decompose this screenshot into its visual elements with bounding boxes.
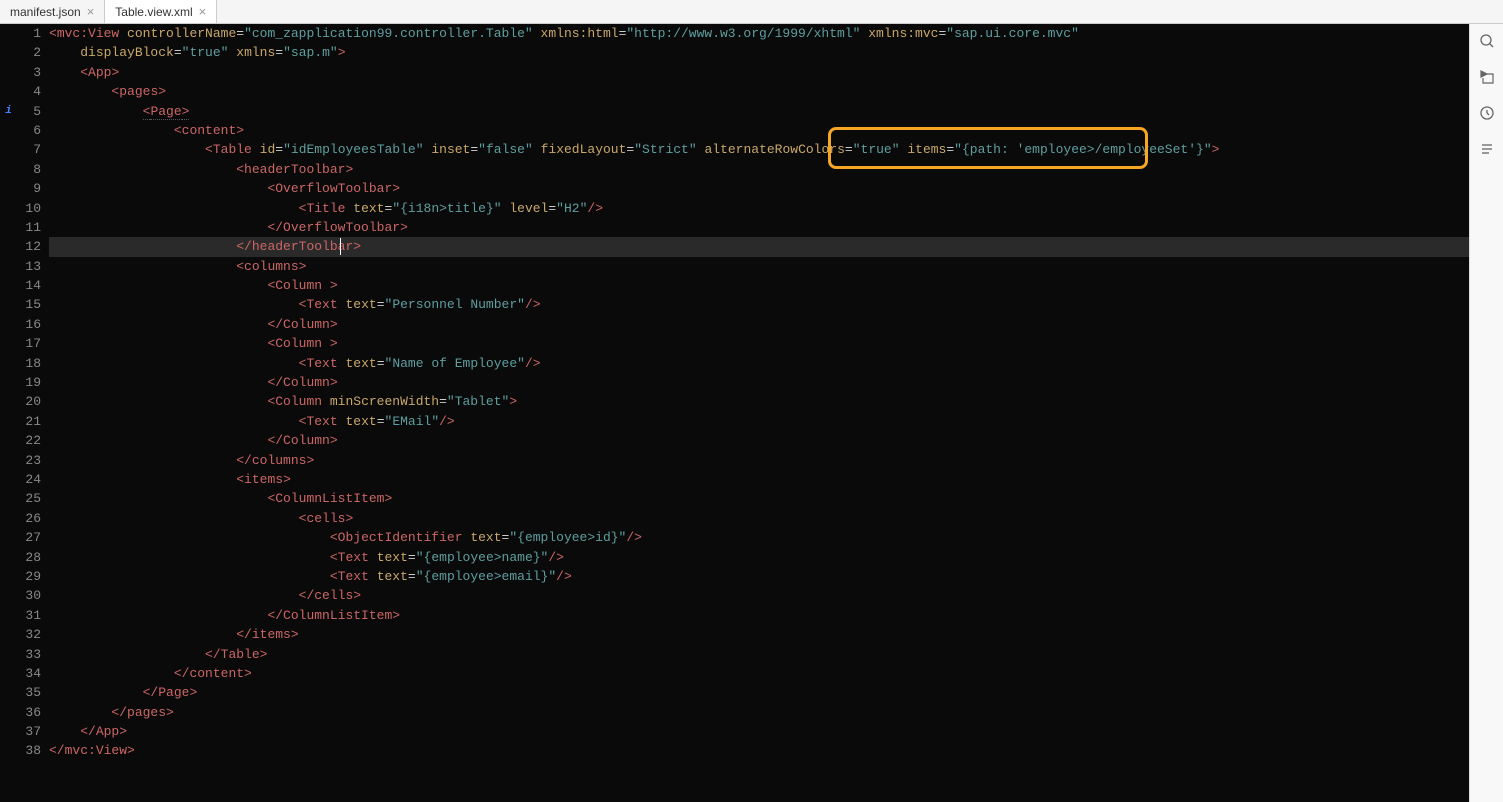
code-line[interactable]: <Text text="Name of Employee"/> <box>49 354 1469 373</box>
code-line[interactable]: <Text text="{employee>name}"/> <box>49 548 1469 567</box>
code-line[interactable]: <Page> <box>49 102 1469 121</box>
tab-manifest[interactable]: manifest.json × <box>0 0 105 23</box>
code-line[interactable]: <cells> <box>49 509 1469 528</box>
code-line[interactable]: <Text text="EMail"/> <box>49 412 1469 431</box>
code-line[interactable]: <Table id="idEmployeesTable" inset="fals… <box>49 140 1469 159</box>
close-icon[interactable]: × <box>87 5 95 18</box>
tab-label: manifest.json <box>10 5 81 19</box>
code-line[interactable]: <headerToolbar> <box>49 160 1469 179</box>
code-line[interactable]: </Page> <box>49 683 1469 702</box>
code-line[interactable]: <Column > <box>49 334 1469 353</box>
outline-icon[interactable] <box>1478 140 1496 158</box>
editor: i 12345678910111213141516171819202122232… <box>0 24 1503 802</box>
code-line[interactable]: <Text text="{employee>email}"/> <box>49 567 1469 586</box>
info-gutter: i <box>0 24 17 802</box>
code-line[interactable]: <Column > <box>49 276 1469 295</box>
code-line[interactable]: <columns> <box>49 257 1469 276</box>
code-line[interactable]: </ColumnListItem> <box>49 606 1469 625</box>
code-line[interactable]: </Table> <box>49 645 1469 664</box>
code-area[interactable]: <mvc:View controllerName="com_zapplicati… <box>47 24 1469 802</box>
code-line[interactable]: <content> <box>49 121 1469 140</box>
code-line[interactable]: </mvc:View> <box>49 741 1469 760</box>
code-line[interactable]: </OverflowToolbar> <box>49 218 1469 237</box>
tab-table-view[interactable]: Table.view.xml × <box>105 0 217 23</box>
code-line[interactable]: <OverflowToolbar> <box>49 179 1469 198</box>
code-line[interactable]: </items> <box>49 625 1469 644</box>
code-line[interactable]: </cells> <box>49 586 1469 605</box>
code-line[interactable]: <items> <box>49 470 1469 489</box>
code-line[interactable]: </pages> <box>49 703 1469 722</box>
run-icon[interactable] <box>1478 68 1496 86</box>
code-line[interactable]: </headerToolbar> <box>49 237 1469 256</box>
tab-bar: manifest.json × Table.view.xml × <box>0 0 1503 24</box>
code-line[interactable]: <mvc:View controllerName="com_zapplicati… <box>49 24 1469 43</box>
code-line[interactable]: <ObjectIdentifier text="{employee>id}"/> <box>49 528 1469 547</box>
code-line[interactable]: <App> <box>49 63 1469 82</box>
tab-label: Table.view.xml <box>115 5 192 19</box>
right-sidebar <box>1469 24 1503 802</box>
code-line[interactable]: </Column> <box>49 373 1469 392</box>
close-icon[interactable]: × <box>199 5 207 18</box>
code-line[interactable]: <pages> <box>49 82 1469 101</box>
code-line[interactable]: </Column> <box>49 315 1469 334</box>
search-icon[interactable] <box>1478 32 1496 50</box>
code-line[interactable]: displayBlock="true" xmlns="sap.m"> <box>49 43 1469 62</box>
code-line[interactable]: </content> <box>49 664 1469 683</box>
code-line[interactable]: </Column> <box>49 431 1469 450</box>
history-icon[interactable] <box>1478 104 1496 122</box>
code-line[interactable]: </columns> <box>49 451 1469 470</box>
code-line[interactable]: <ColumnListItem> <box>49 489 1469 508</box>
code-line[interactable]: <Text text="Personnel Number"/> <box>49 295 1469 314</box>
code-line[interactable]: <Column minScreenWidth="Tablet"> <box>49 392 1469 411</box>
code-line[interactable]: <Title text="{i18n>title}" level="H2"/> <box>49 199 1469 218</box>
line-number-gutter: 1234567891011121314151617181920212223242… <box>17 24 47 802</box>
code-line[interactable]: </App> <box>49 722 1469 741</box>
